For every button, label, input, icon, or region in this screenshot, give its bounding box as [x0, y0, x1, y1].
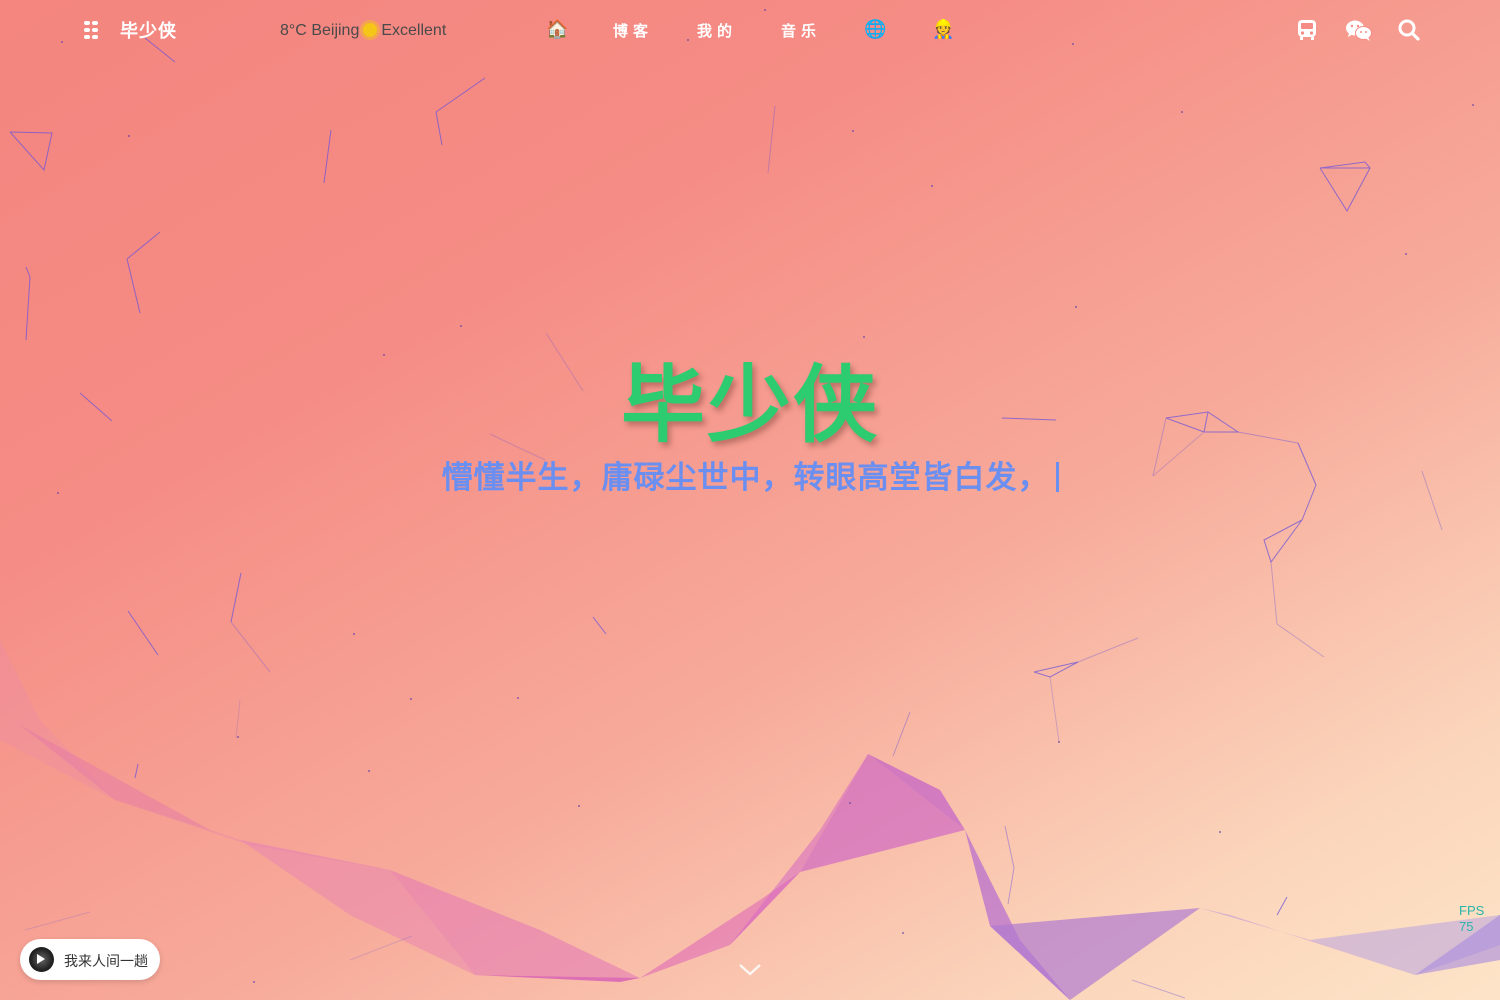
music-player[interactable]: 我来人间一趟 — [20, 939, 160, 980]
site-name[interactable]: 毕少侠 — [120, 17, 177, 43]
music-disc-icon — [29, 947, 54, 972]
play-icon[interactable] — [37, 954, 45, 964]
scroll-down-chevron-icon[interactable] — [738, 962, 762, 978]
weather-widget: 8°C Beijing Excellent — [280, 22, 446, 40]
nav-item-blog[interactable]: 博客 — [613, 20, 653, 41]
weather-temperature: 8°C — [280, 22, 307, 39]
hero-title: 毕少侠 — [620, 356, 879, 454]
fps-counter: FPS 75 — [1459, 903, 1484, 935]
wave-ribbon — [0, 640, 1500, 1000]
weather-city: Beijing — [311, 22, 360, 39]
particle-background — [0, 9, 1500, 1000]
sun-icon — [363, 23, 378, 37]
top-navigation-bar: 毕少侠 8°C Beijing Excellent 🏠 博客 我的 音乐 🌐 👷 — [0, 0, 1500, 62]
bus-icon[interactable] — [1295, 18, 1319, 42]
nav-worker-icon[interactable]: 👷 — [932, 19, 954, 40]
menu-grid-icon[interactable] — [84, 21, 100, 39]
fps-label: FPS — [1459, 903, 1485, 918]
air-quality: Excellent — [381, 22, 447, 39]
search-icon[interactable] — [1397, 18, 1421, 42]
nav-home-icon[interactable]: 🏠 — [546, 19, 568, 40]
nav-item-mine[interactable]: 我的 — [697, 20, 737, 41]
hero-subtitle-text: 懵懂半生，庸碌尘世中，转眼高堂皆白发， — [441, 460, 1050, 496]
nav-item-music[interactable]: 音乐 — [781, 20, 821, 41]
song-title: 我来人间一趟 — [64, 954, 148, 970]
typing-cursor — [1055, 462, 1059, 492]
fps-value: 75 — [1459, 919, 1474, 934]
hero-subtitle-typing: 懵懂半生，庸碌尘世中，转眼高堂皆白发， — [0, 452, 1500, 497]
nav-globe-icon[interactable]: 🌐 — [864, 19, 886, 40]
wechat-icon[interactable] — [1345, 18, 1373, 42]
